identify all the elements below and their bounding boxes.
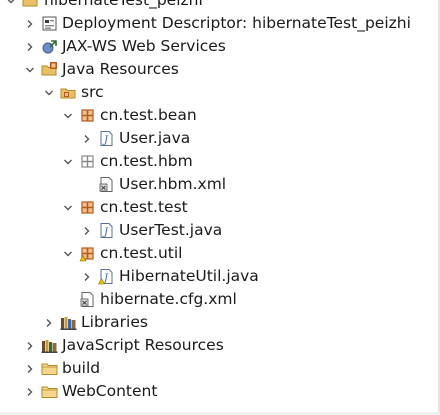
tree-item-build[interactable]: build (0, 357, 438, 380)
xml-file-icon (98, 176, 115, 193)
tree-item-label: JAX-WS Web Services (62, 37, 226, 55)
tree-item-webcontent[interactable]: WebContent (0, 380, 438, 403)
tree-item-label: cn.test.hbm (100, 152, 193, 170)
chevron-right-icon[interactable] (81, 219, 93, 242)
chevron-down-icon[interactable] (43, 81, 55, 104)
tree-item-java-resources[interactable]: Java Resources (0, 58, 438, 81)
package-icon (79, 107, 96, 124)
java-project-icon (22, 0, 39, 9)
chevron-right-icon[interactable] (24, 357, 36, 380)
package-icon (79, 199, 96, 216)
java-file-warning-icon: J (97, 268, 115, 285)
tree-item-src[interactable]: src (0, 81, 438, 104)
tree-item-label: Deployment Descriptor: hibernateTest_pei… (62, 14, 411, 32)
xml-file-icon (79, 291, 96, 308)
chevron-right-icon[interactable] (43, 311, 55, 334)
tree-item-label: WebContent (62, 382, 158, 400)
tree-item-label: HibernateUtil.java (119, 267, 259, 285)
tree-item-package-test[interactable]: cn.test.test (0, 196, 438, 219)
chevron-right-icon[interactable] (81, 127, 93, 150)
tree-item-label: build (62, 359, 101, 377)
tree-item-user-hbm-xml[interactable]: User.hbm.xml (0, 173, 438, 196)
chevron-right-icon[interactable] (24, 12, 36, 35)
tree-item-javascript-resources[interactable]: JavaScript Resources (0, 334, 438, 357)
chevron-down-icon[interactable] (24, 58, 36, 81)
chevron-down-icon[interactable] (62, 150, 74, 173)
chevron-right-icon[interactable] (81, 265, 93, 288)
tree-item-label: UserTest.java (119, 221, 223, 239)
folder-icon (41, 360, 58, 377)
tree-item-label: cn.test.util (100, 244, 183, 262)
tree-item-label: JavaScript Resources (62, 336, 224, 354)
tree-item-label: User.java (119, 129, 191, 147)
chevron-down-icon[interactable] (62, 196, 74, 219)
tree-item-label: src (81, 83, 104, 101)
tree-item-label: Java Resources (62, 60, 179, 78)
tree-item-label: hibernate.cfg.xml (100, 290, 237, 308)
tree-item-hibernate-cfg-xml[interactable]: hibernate.cfg.xml (0, 288, 438, 311)
tree-item-package-util[interactable]: cn.test.util (0, 242, 438, 265)
deployment-descriptor-icon (41, 15, 58, 32)
package-icon (79, 153, 96, 170)
libraries-icon (60, 314, 77, 331)
javascript-resources-icon (41, 337, 58, 354)
folder-icon (41, 383, 58, 400)
project-explorer-tree: hibernateTest_peizhi Deployment Descript… (0, 0, 438, 403)
chevron-right-icon[interactable] (24, 35, 36, 58)
web-services-icon (41, 38, 58, 55)
tree-item-deployment-descriptor[interactable]: Deployment Descriptor: hibernateTest_pei… (0, 12, 438, 35)
java-resources-icon (41, 61, 58, 78)
tree-item-project[interactable]: hibernateTest_peizhi (0, 0, 438, 12)
tree-item-package-hbm[interactable]: cn.test.hbm (0, 150, 438, 173)
chevron-right-icon[interactable] (24, 380, 36, 403)
chevron-down-icon[interactable] (5, 0, 17, 12)
svg-text:J: J (102, 135, 109, 146)
chevron-down-icon[interactable] (62, 242, 74, 265)
tree-item-usertest-java[interactable]: J UserTest.java (0, 219, 438, 242)
tree-item-label: cn.test.test (100, 198, 188, 216)
svg-text:J: J (102, 227, 109, 238)
tree-item-package-bean[interactable]: cn.test.bean (0, 104, 438, 127)
java-file-icon: J (98, 130, 115, 147)
package-icon (79, 245, 96, 262)
source-folder-icon (60, 84, 77, 101)
tree-item-label: User.hbm.xml (119, 175, 227, 193)
tree-item-jaxws-web-services[interactable]: JAX-WS Web Services (0, 35, 438, 58)
chevron-down-icon[interactable] (62, 104, 74, 127)
tree-item-label: Libraries (81, 313, 148, 331)
chevron-right-icon[interactable] (24, 334, 36, 357)
tree-item-libraries[interactable]: Libraries (0, 311, 438, 334)
java-file-icon: J (98, 222, 115, 239)
tree-item-hibernateutil-java[interactable]: J HibernateUtil.java (0, 265, 438, 288)
tree-item-label: cn.test.bean (100, 106, 197, 124)
tree-item-label: hibernateTest_peizhi (44, 0, 203, 9)
tree-item-user-java[interactable]: J User.java (0, 127, 438, 150)
